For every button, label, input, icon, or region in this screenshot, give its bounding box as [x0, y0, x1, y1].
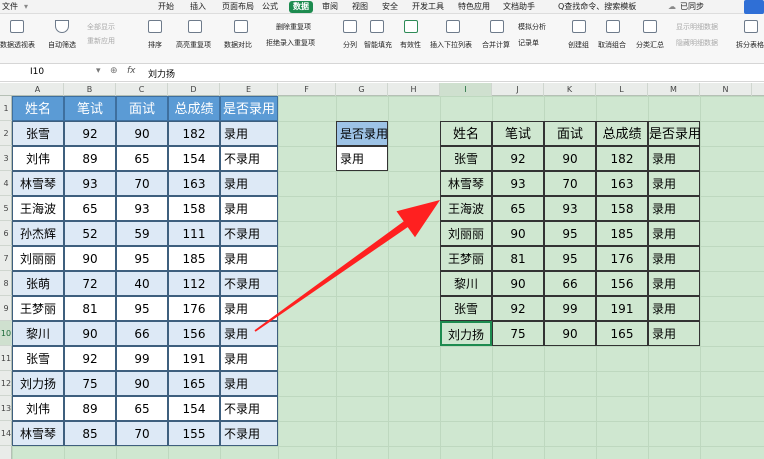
sync-status[interactable]: 已同步: [680, 1, 704, 13]
show-all-button[interactable]: 全部显示: [87, 22, 115, 32]
split-column-button[interactable]: 分列: [343, 40, 357, 50]
compare-icon: [234, 20, 248, 33]
formula-bar: I10 ▾ ⊕ fx 刘力扬: [0, 64, 764, 82]
menu-page-layout[interactable]: 页面布局: [222, 1, 254, 13]
split-column-icon: [343, 20, 357, 33]
highlight-icon: [188, 20, 202, 33]
arrow-icon: [254, 200, 440, 332]
data-compare-button[interactable]: 数据对比: [224, 40, 252, 50]
menu-insert[interactable]: 插入: [190, 1, 206, 13]
whatif-analysis-button[interactable]: 模拟分析: [518, 22, 546, 32]
validity-icon: [404, 20, 418, 33]
ungroup-button[interactable]: 取消组合: [598, 40, 626, 50]
filter-icon: [55, 20, 69, 33]
menu-developer[interactable]: 开发工具: [412, 1, 444, 13]
menu-doc-assistant[interactable]: 文档助手: [503, 1, 535, 13]
menu-file[interactable]: 文件: [2, 1, 18, 13]
search-command[interactable]: Q查找命令、搜索模板: [558, 1, 636, 13]
name-box[interactable]: I10: [30, 67, 44, 77]
delete-duplicates-button[interactable]: 删除重复项: [276, 22, 311, 32]
create-group-icon: [572, 20, 586, 33]
chevron-down-icon[interactable]: ▾: [96, 66, 101, 76]
formula-input[interactable]: 刘力扬: [148, 67, 175, 80]
zoom-icon[interactable]: ⊕: [110, 66, 118, 76]
dropdown-list-icon: [446, 20, 460, 33]
spreadsheet-window: 文件 ▾ 开始 插入 页面布局 公式 数据 审阅 视图 安全 开发工具 特色应用…: [0, 0, 764, 459]
insert-dropdown-button[interactable]: 插入下拉列表: [430, 40, 472, 50]
cloud-icon[interactable]: ☁: [668, 1, 676, 13]
split-table-icon: [744, 20, 758, 33]
menu-formula[interactable]: 公式: [262, 1, 278, 13]
ungroup-icon: [606, 20, 620, 33]
menu-view[interactable]: 视图: [352, 1, 368, 13]
sort-icon: [148, 20, 162, 33]
pivot-table-icon: [10, 20, 24, 33]
pivot-table-button[interactable]: 数据透视表: [0, 40, 35, 50]
record-form-button[interactable]: 记录单: [518, 38, 539, 48]
fx-icon[interactable]: fx: [127, 66, 136, 76]
show-detail-button[interactable]: 显示明细数据: [676, 22, 718, 32]
subtotal-button[interactable]: 分类汇总: [636, 40, 664, 50]
chevron-down-icon[interactable]: ▾: [24, 1, 28, 13]
menu-data[interactable]: 数据: [289, 1, 313, 13]
menu-security[interactable]: 安全: [382, 1, 398, 13]
hide-detail-button[interactable]: 隐藏明细数据: [676, 38, 718, 48]
menu-review[interactable]: 审阅: [322, 1, 338, 13]
menu-bar: 文件 ▾ 开始 插入 页面布局 公式 数据 审阅 视图 安全 开发工具 特色应用…: [0, 0, 764, 14]
validity-button[interactable]: 有效性: [400, 40, 421, 50]
smart-fill-button[interactable]: 智能填充: [364, 40, 392, 50]
subtotal-icon: [643, 20, 657, 33]
highlight-duplicates-button[interactable]: 高亮重复项: [176, 40, 211, 50]
smart-fill-icon: [370, 20, 384, 33]
merge-calc-button[interactable]: 合并计算: [482, 40, 510, 50]
worksheet[interactable]: ABCDEFGHIJKLMN 1 2 3 4 5 6 7 8 9 10 11 12 13 14 姓名 笔试面…: [0, 83, 764, 459]
app-logo-icon: [744, 0, 764, 14]
reject-duplicates-button[interactable]: 拒绝录入重复项: [266, 38, 315, 48]
menu-start[interactable]: 开始: [158, 1, 174, 13]
menu-special[interactable]: 特色应用: [458, 1, 490, 13]
create-group-button[interactable]: 创建组: [568, 40, 589, 50]
sort-button[interactable]: 排序: [148, 40, 162, 50]
autofilter-button[interactable]: 自动筛选: [48, 40, 76, 50]
split-table-button[interactable]: 拆分表格: [736, 40, 764, 50]
reapply-button[interactable]: 重新应用: [87, 36, 115, 46]
merge-calc-icon: [490, 20, 504, 33]
ribbon-toolbar: 数据透视表 自动筛选 全部显示 重新应用 排序 高亮重复项 数据对比 删除重复项…: [0, 14, 764, 64]
